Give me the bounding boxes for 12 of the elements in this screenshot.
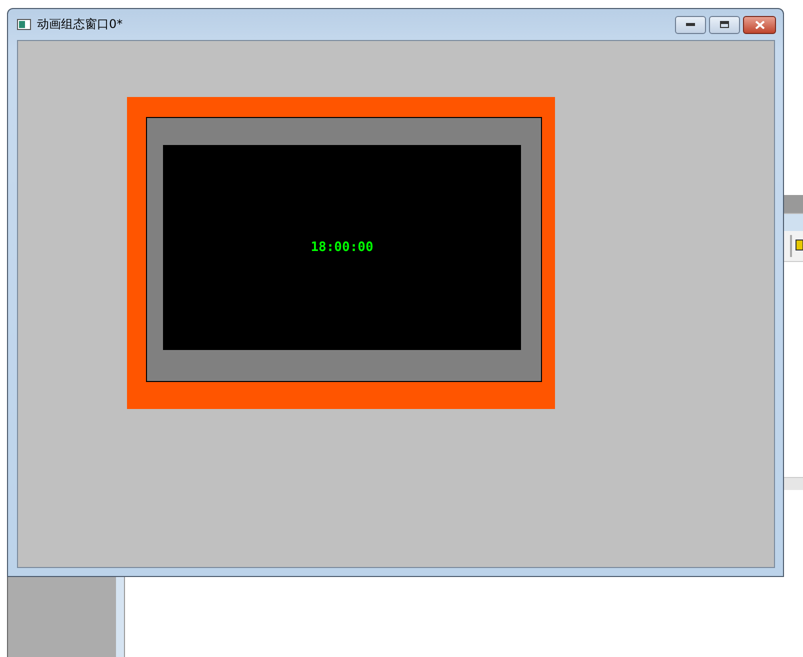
- minimize-button[interactable]: [675, 16, 706, 34]
- close-button[interactable]: [743, 16, 776, 34]
- window-icon: [17, 19, 31, 30]
- maximize-button[interactable]: [709, 16, 740, 34]
- panel-title-bar: [784, 214, 803, 231]
- clock-time: 18:00:00: [310, 240, 374, 255]
- maximize-icon: [720, 21, 729, 28]
- close-icon: [754, 20, 764, 28]
- panel-header: [784, 195, 803, 214]
- window-title: 动画组态窗口0*: [37, 16, 124, 33]
- scroll-bar[interactable]: [784, 477, 803, 490]
- minimize-icon: [686, 23, 695, 26]
